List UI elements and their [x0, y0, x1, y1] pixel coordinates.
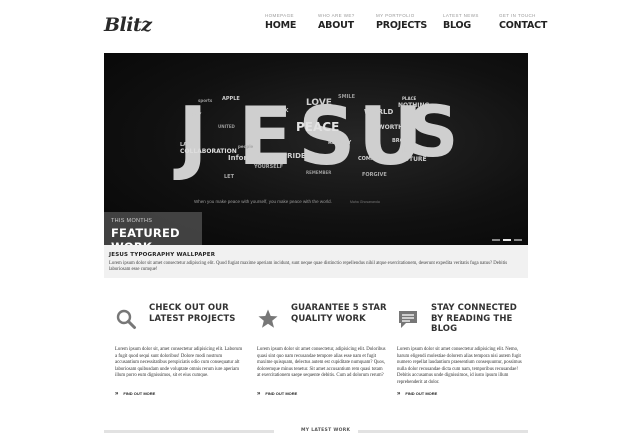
search-icon: [116, 309, 136, 329]
artwork-word: PLACE: [402, 96, 417, 101]
slide-caption: JESUS TYPOGRAPHY WALLPAPER Lorem ipsum d…: [104, 245, 528, 278]
slider-dot[interactable]: [514, 239, 522, 241]
artwork-letter: S: [298, 90, 356, 183]
star-icon: [258, 309, 278, 328]
nav-home-label: HOME: [265, 20, 297, 31]
nav-projects-label: PROJECTS: [376, 20, 428, 31]
nav-projects[interactable]: MY PORTFOLIO PROJECTS: [376, 13, 427, 32]
artwork-word: SMILE: [338, 94, 356, 100]
chat-icon: [399, 311, 417, 328]
featured-title: FEATURED WORK: [111, 226, 180, 245]
artwork-word: BROKEN: [392, 138, 416, 144]
nav-about-label: ABOUT: [318, 20, 354, 31]
nav-blog-label: BLOG: [443, 20, 472, 31]
artwork-word: REALITY: [328, 140, 352, 146]
artwork-word: LET: [224, 174, 235, 180]
slider-quote: When you make peace with yourself, you m…: [194, 199, 332, 204]
artwork-word: PRIDE: [282, 152, 306, 160]
find-out-more-label: FIND OUT MORE: [265, 391, 298, 396]
artwork-word: APPLE: [222, 96, 240, 102]
latest-work-divider: MY LATEST WORK: [104, 428, 528, 434]
slider-dot[interactable]: [503, 239, 511, 241]
artwork-word: sports: [198, 98, 213, 103]
artwork-word: LIFE: [402, 146, 422, 155]
artwork-word: DAY: [188, 112, 202, 119]
artwork-word: YOURSELF: [254, 164, 284, 170]
double-arrow-icon: »: [397, 391, 401, 397]
find-out-more-link[interactable]: » FIND OUT MORE: [397, 391, 437, 397]
artwork-word: COMMON: [358, 156, 385, 162]
artwork-word: UNITED: [218, 124, 235, 129]
nav-home[interactable]: HOMEPAGE HOME: [265, 13, 296, 32]
main-nav: HOMEPAGE HOME WHO ARE WE? ABOUT MY PORTF…: [0, 13, 632, 37]
artwork-word: Information: [228, 154, 275, 162]
slider-pagination: [492, 239, 522, 241]
slider-dot[interactable]: [492, 239, 500, 241]
artwork-letter: J: [178, 90, 208, 183]
feature-title: STAY CONNECTED BY READING THE BLOG: [431, 303, 517, 334]
artwork-word: FUTURE: [400, 156, 427, 163]
typography-artwork: J E S U S LOVE SMILE PLACE NOTHING PEACE…: [178, 90, 458, 185]
latest-work-heading: MY LATEST WORK: [301, 428, 351, 433]
artwork-word: LOVE: [306, 98, 332, 108]
artwork-word: FORGIVE: [362, 172, 387, 178]
caption-text: Lorem ipsum dolor sit amet consectetur a…: [109, 261, 508, 272]
featured-slider[interactable]: J E S U S LOVE SMILE PLACE NOTHING PEACE…: [104, 53, 528, 245]
artwork-word: SPEAK: [270, 108, 289, 114]
feature-text: Lorem ipsum dolor sit amet consectetur, …: [257, 347, 386, 379]
feature-text: Lorem ipsum dolor sit, amet consectetur …: [115, 347, 243, 379]
artwork-word: WORTH: [378, 124, 404, 131]
find-out-more-label: FIND OUT MORE: [405, 391, 438, 396]
nav-blog[interactable]: LATEST NEWS BLOG: [443, 13, 479, 32]
nav-about[interactable]: WHO ARE WE? ABOUT: [318, 13, 355, 32]
divider-line: [104, 430, 274, 433]
feature-title: CHECK OUT OUR LATEST PROJECTS: [149, 303, 236, 324]
divider-line: [358, 430, 528, 433]
find-out-more-link[interactable]: » FIND OUT MORE: [257, 391, 297, 397]
double-arrow-icon: »: [115, 391, 119, 397]
double-arrow-icon: »: [257, 391, 261, 397]
find-out-more-link[interactable]: » FIND OUT MORE: [115, 391, 155, 397]
feature-text: Lorem ipsum dolor sit amet consectetur a…: [397, 347, 522, 385]
nav-contact-label: CONTACT: [499, 20, 548, 31]
artwork-word: WORLD: [364, 108, 394, 116]
artwork-word: people: [238, 144, 254, 149]
featured-label-box: THIS MONTHS FEATURED WORK: [104, 212, 202, 245]
feature-title: GUARANTEE 5 STAR QUALITY WORK: [291, 303, 387, 324]
featured-subtitle: THIS MONTHS: [111, 218, 153, 224]
find-out-more-label: FIND OUT MORE: [123, 391, 156, 396]
artwork-word: NOTHING: [398, 102, 430, 109]
slider-quote-author: Maha Ghosananda: [350, 200, 380, 204]
artwork-word: REMEMBER: [306, 170, 332, 175]
artwork-word: PEACE: [296, 120, 340, 134]
caption-title: JESUS TYPOGRAPHY WALLPAPER: [109, 252, 216, 258]
nav-contact[interactable]: GET IN TOUCH CONTACT: [499, 13, 547, 32]
